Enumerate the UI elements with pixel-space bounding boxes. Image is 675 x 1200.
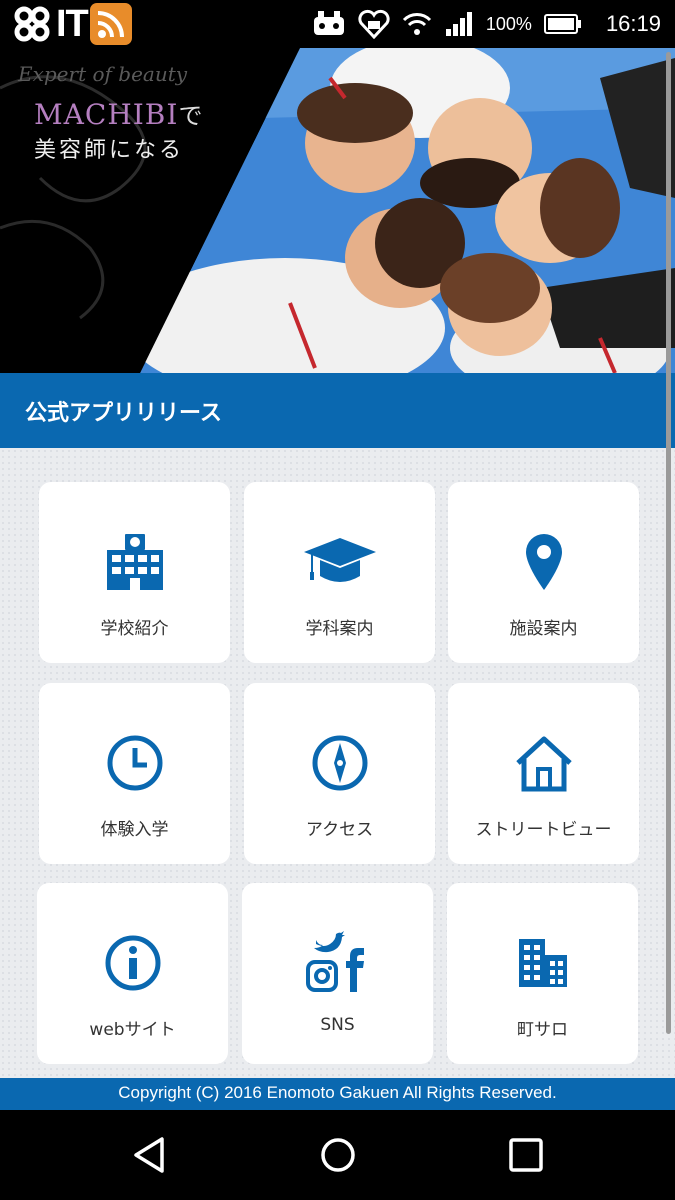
school-building-icon <box>95 522 175 602</box>
recent-apps-icon[interactable] <box>506 1135 546 1175</box>
hero-tagline: Expert of beauty <box>18 62 188 86</box>
rss-icon <box>89 3 132 45</box>
menu-tile-school-intro[interactable]: 学校紹介 <box>39 482 230 663</box>
hero-banner[interactable]: Expert of beauty MACHIBIで 美容師になる <box>0 48 675 373</box>
menu-tile-label: 学科案内 <box>305 619 374 639</box>
menu-tile-facilities[interactable]: 施設案内 <box>448 482 639 663</box>
menu-tile-open-campus[interactable]: 体験入学 <box>39 683 230 864</box>
battery-icon <box>543 14 581 34</box>
menu-tile-label: 町サロ <box>517 1020 568 1040</box>
hero-catchphrase: 美容師になる <box>34 138 185 163</box>
heart-mail-icon <box>358 9 390 39</box>
compass-icon <box>300 723 380 803</box>
twitter-icon <box>313 931 345 953</box>
menu-grid: 学校紹介 学科案内 施設案内 体験入学 アクセス ストリートビュー webサイト… <box>0 448 675 1078</box>
clock-icon <box>95 723 175 803</box>
status-bar: IT 100% 16:19 <box>0 0 675 48</box>
school-suffix: で <box>178 102 204 130</box>
app-logo: IT <box>10 3 132 45</box>
home-button-icon[interactable] <box>318 1135 358 1175</box>
clock-time: 16:19 <box>605 11 661 36</box>
title-bar: 公式アプリリリース <box>0 373 675 448</box>
sns-icons <box>298 923 378 1003</box>
menu-tile-website[interactable]: webサイト <box>37 883 228 1064</box>
menu-tile-machisalo[interactable]: 町サロ <box>447 883 638 1064</box>
battery-percent: 100% <box>485 13 532 34</box>
menu-tile-label: 学校紹介 <box>100 619 169 639</box>
flower-logo-icon <box>14 6 50 42</box>
menu-tile-label: webサイト <box>89 1020 176 1040</box>
menu-tile-access[interactable]: アクセス <box>244 683 435 864</box>
city-buildings-icon <box>503 923 583 1003</box>
menu-tile-sns[interactable]: SNS <box>242 883 433 1064</box>
back-icon[interactable] <box>130 1135 170 1175</box>
menu-tile-label: アクセス <box>305 820 374 840</box>
hero-school-name: MACHIBIで <box>34 96 203 131</box>
menu-tile-street-view[interactable]: ストリートビュー <box>448 683 639 864</box>
map-pin-icon <box>504 522 584 602</box>
menu-tile-label: 施設案内 <box>509 619 578 639</box>
wifi-icon <box>402 13 431 35</box>
info-icon <box>93 923 173 1003</box>
home-icon <box>504 723 584 803</box>
game-controller-icon <box>313 11 344 35</box>
app-logo-text: IT <box>56 2 89 45</box>
navigation-bar <box>0 1110 675 1200</box>
scrollbar[interactable] <box>666 52 671 1034</box>
copyright-footer: Copyright (C) 2016 Enomoto Gakuen All Ri… <box>0 1078 675 1110</box>
page-title: 公式アプリリリース <box>25 400 222 426</box>
menu-tile-departments[interactable]: 学科案内 <box>244 482 435 663</box>
school-name: MACHIBI <box>34 98 179 131</box>
menu-tile-label: 体験入学 <box>100 820 169 840</box>
instagram-icon <box>305 960 338 992</box>
signal-icon <box>445 12 472 36</box>
facebook-icon <box>345 948 364 992</box>
graduation-cap-icon <box>300 522 380 602</box>
menu-tile-label: ストリートビュー <box>475 820 612 840</box>
menu-tile-label: SNS <box>320 1015 355 1035</box>
